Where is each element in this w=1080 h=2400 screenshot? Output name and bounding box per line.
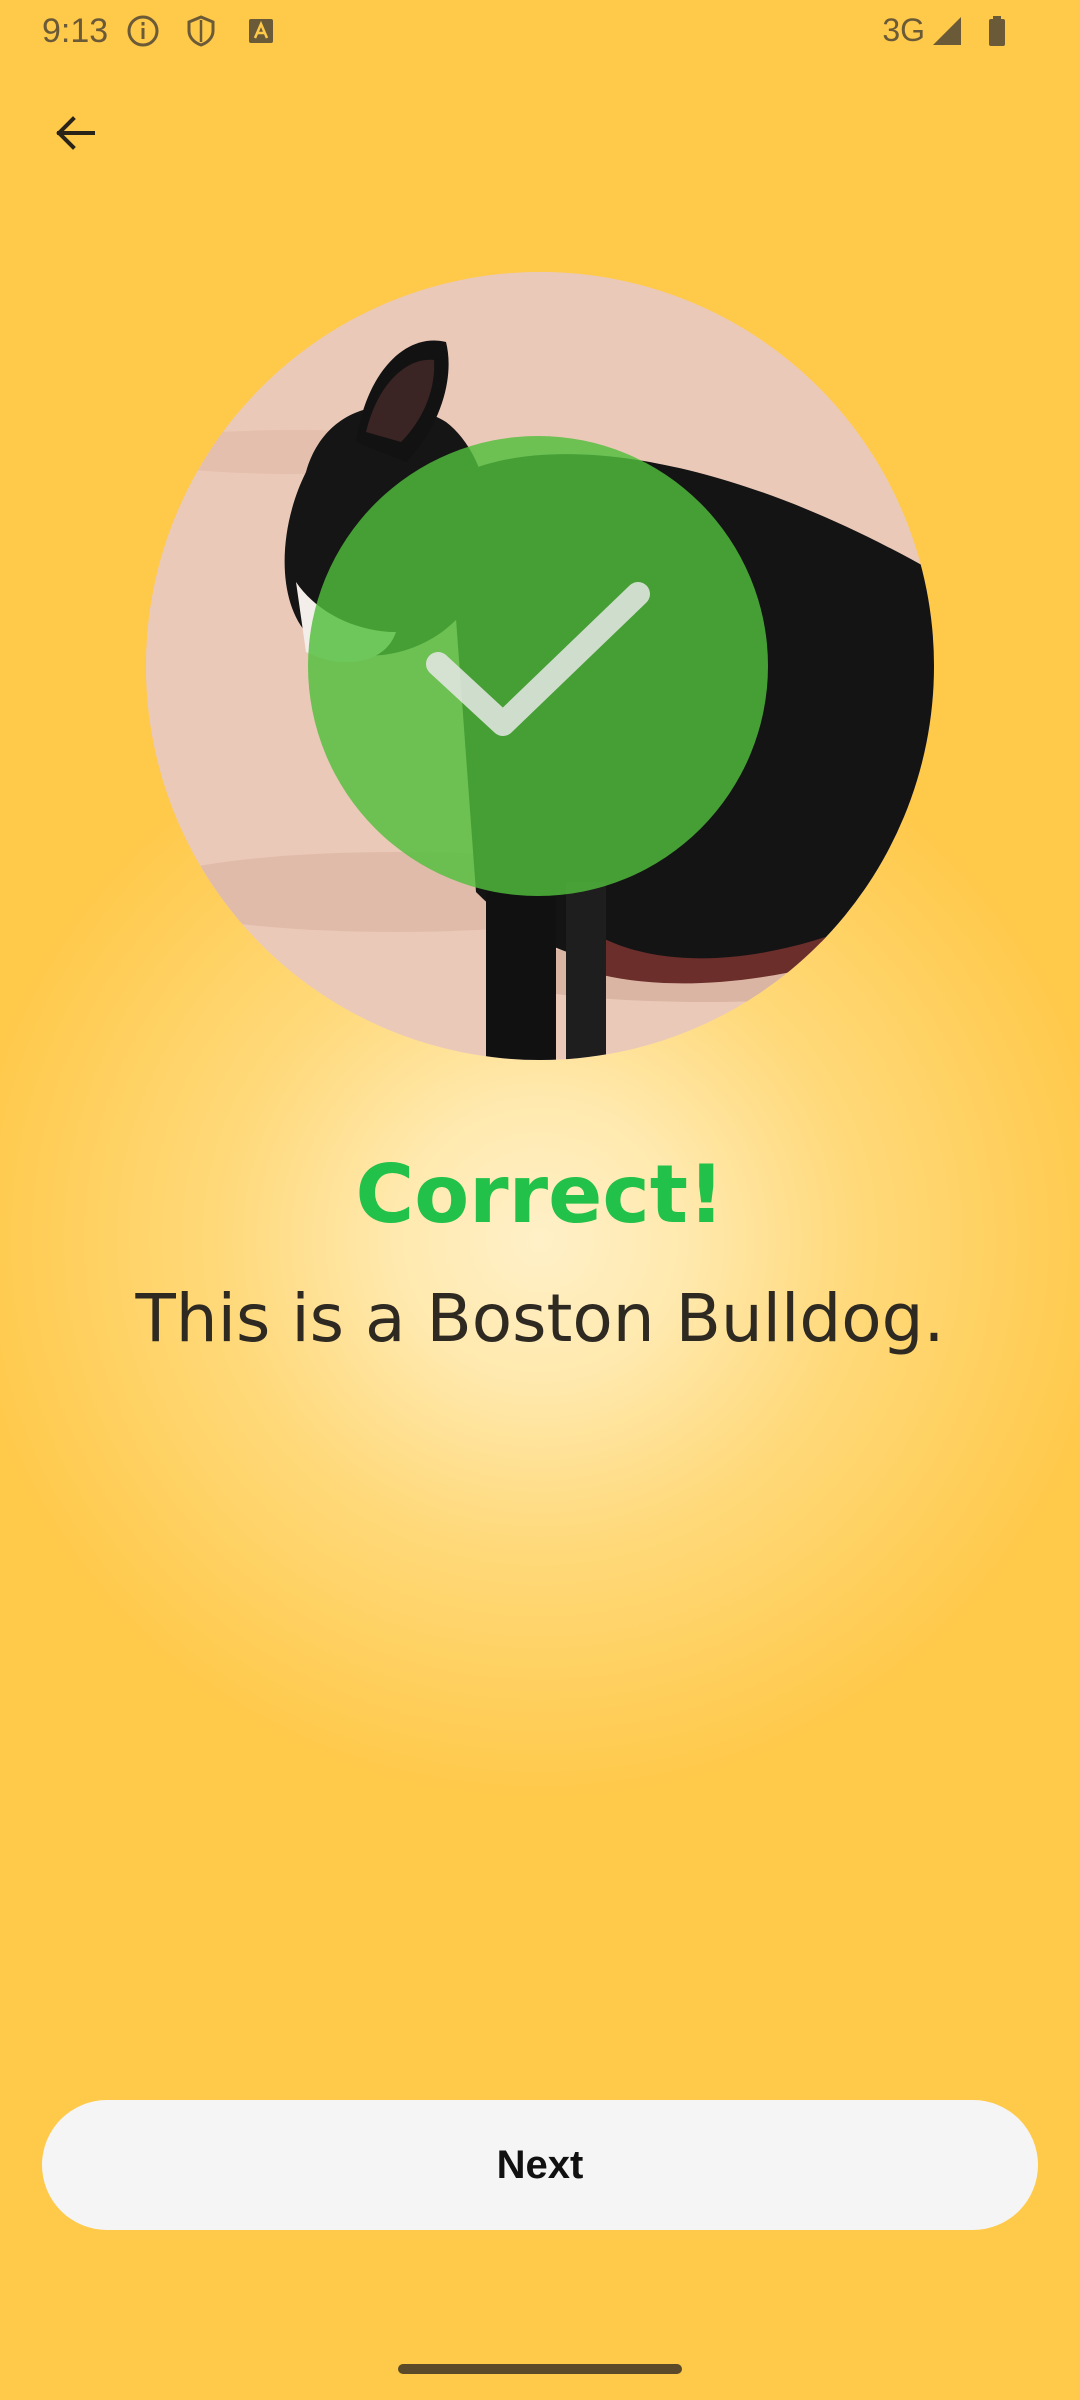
result-text: This is a Boston Bulldog. [135,1280,945,1357]
status-time: 9:13 [42,12,109,50]
back-button[interactable] [40,100,110,170]
shield-icon [184,14,218,48]
status-bar: 9:13 3G [0,0,1080,64]
checkmark-icon [418,564,658,768]
info-icon [126,14,160,48]
network-type: 3G [882,12,925,48]
home-indicator[interactable] [398,2364,682,2374]
correct-badge [308,436,768,896]
text-a-icon [244,14,278,48]
arrow-left-icon [51,109,99,161]
next-button-label: Next [496,2142,584,2187]
signal-icon [930,14,964,48]
battery-icon [980,14,1014,48]
next-button[interactable]: Next [42,2100,1038,2230]
result-title: Correct! [355,1148,725,1241]
